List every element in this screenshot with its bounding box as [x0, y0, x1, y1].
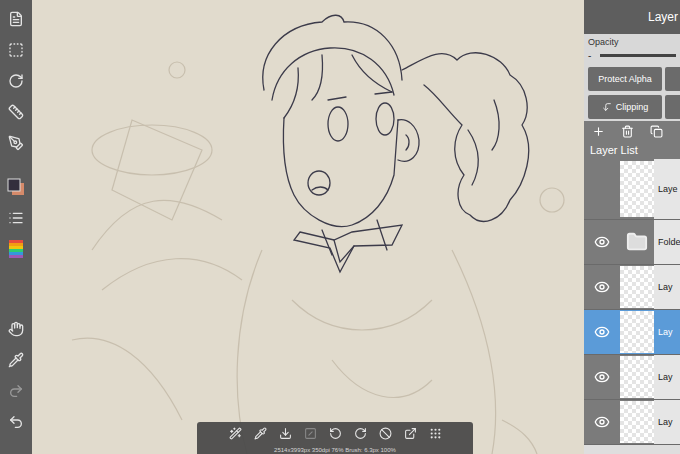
eye-icon[interactable] [594, 414, 610, 430]
visibility-toggle[interactable] [584, 279, 620, 295]
layer-name: Folde [654, 220, 680, 264]
layer-thumbnail [620, 401, 654, 443]
pen-icon[interactable] [5, 132, 27, 154]
eye-icon[interactable] [594, 279, 610, 295]
duplicate-icon[interactable] [650, 125, 663, 138]
canvas[interactable]: 2514x3993px 350dpi 76% Brush: 6.3px 100% [32, 0, 584, 454]
eyedropper-icon[interactable] [5, 349, 27, 371]
visibility-toggle[interactable] [584, 324, 620, 340]
add-layer-icon[interactable] [592, 125, 605, 138]
layer-row[interactable]: Lay [584, 310, 680, 355]
layer-row[interactable]: Lay [584, 355, 680, 400]
magic-wand-icon[interactable] [229, 426, 242, 444]
left-toolbar [0, 0, 32, 454]
layer-name: Lay [654, 265, 680, 309]
reset-rotation-icon[interactable] [379, 426, 392, 444]
blend-button[interactable] [665, 67, 680, 91]
layer-thumbnail [620, 161, 654, 217]
lock-button[interactable] [665, 95, 680, 119]
eyedropper-icon[interactable] [254, 426, 267, 444]
selection-icon[interactable] [5, 39, 27, 61]
panel-title: Layer [584, 0, 680, 34]
layer-row[interactable]: Folde [584, 220, 680, 265]
trash-icon[interactable] [621, 125, 634, 138]
bottom-toolbar: 2514x3993px 350dpi 76% Brush: 6.3px 100% [197, 422, 473, 454]
download-icon[interactable] [279, 426, 292, 444]
protect-alpha-button[interactable]: Protect Alpha [588, 67, 662, 91]
drawing [32, 0, 584, 454]
opacity-slider[interactable] [600, 54, 676, 57]
status-bar: 2514x3993px 350dpi 76% Brush: 6.3px 100% [274, 446, 396, 454]
fullscreen-icon[interactable] [404, 426, 417, 444]
opacity-minus[interactable]: - [588, 50, 594, 61]
layer-name: Lay [654, 400, 680, 444]
layer-row[interactable]: Lay [584, 400, 680, 445]
rotate-right-icon[interactable] [354, 426, 367, 444]
redo-icon[interactable] [5, 380, 27, 402]
opacity-label: Opacity [588, 37, 676, 47]
file-icon[interactable] [5, 8, 27, 30]
palette-icon[interactable] [5, 238, 27, 260]
ruler-icon[interactable] [5, 101, 27, 123]
folder-icon [626, 231, 648, 253]
layer-panel: Layer Opacity - Protect Alpha Clipping Layer … [584, 0, 680, 454]
clipping-icon [602, 102, 612, 112]
layer-list-title: Layer List [584, 142, 680, 159]
color-swatch-icon[interactable] [5, 176, 27, 198]
eye-icon[interactable] [594, 369, 610, 385]
visibility-toggle[interactable] [584, 234, 620, 250]
palette-icon[interactable] [9, 240, 23, 258]
hand-icon[interactable] [5, 318, 27, 340]
undo-icon[interactable] [5, 411, 27, 433]
layer-actions [584, 121, 680, 142]
layer-name: Laye [654, 159, 680, 219]
layer-thumbnail [620, 356, 654, 398]
menu-icon[interactable] [429, 426, 442, 444]
layer-thumbnail [620, 311, 654, 353]
deselect-icon[interactable] [304, 426, 317, 444]
layer-name: Lay [654, 310, 680, 354]
layer-thumbnail [620, 221, 654, 263]
visibility-toggle[interactable] [584, 414, 620, 430]
opacity-control: Opacity - [584, 34, 680, 65]
clipping-button[interactable]: Clipping [588, 95, 662, 119]
color-swatch-icon[interactable] [7, 178, 25, 196]
rotate-icon[interactable] [5, 70, 27, 92]
rotate-left-icon[interactable] [329, 426, 342, 444]
layer-row[interactable]: Lay [584, 265, 680, 310]
app: 2514x3993px 350dpi 76% Brush: 6.3px 100%… [0, 0, 680, 454]
layer-row[interactable]: Laye [584, 159, 680, 220]
layer-thumbnail [620, 266, 654, 308]
eye-icon[interactable] [594, 234, 610, 250]
visibility-toggle[interactable] [584, 369, 620, 385]
layer-name: Lay [654, 355, 680, 399]
eye-icon[interactable] [594, 324, 610, 340]
layers-icon[interactable] [5, 207, 27, 229]
